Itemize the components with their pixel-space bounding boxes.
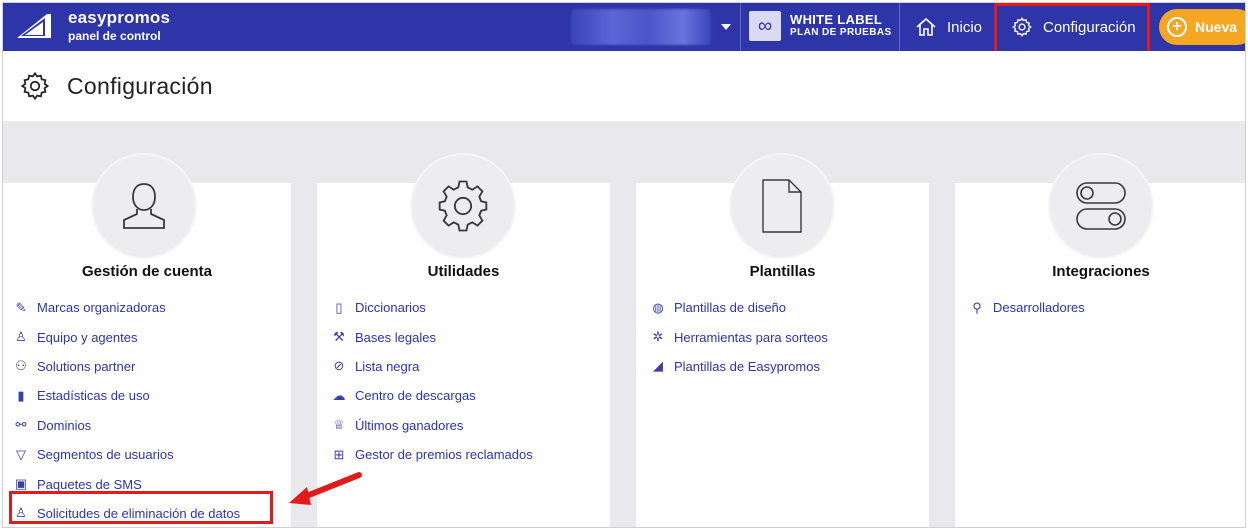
nueva-button[interactable]: + Nueva bbox=[1159, 9, 1245, 45]
plus-icon: + bbox=[1167, 17, 1187, 37]
user-icon bbox=[91, 153, 197, 259]
easypromos-logo-icon[interactable] bbox=[13, 12, 55, 40]
palette-icon: ◍ bbox=[652, 299, 664, 315]
toggles-icon bbox=[1048, 153, 1154, 259]
package-icon: ▣ bbox=[14, 476, 28, 492]
partners-icon: ⚇ bbox=[15, 358, 27, 374]
document-icon bbox=[729, 153, 835, 259]
account-name-blurred bbox=[571, 9, 711, 45]
plan-title: WHITE LABEL bbox=[790, 12, 883, 27]
plan-button[interactable]: ∞ WHITE LABEL PLAN DE PRUEBAS bbox=[749, 11, 892, 41]
annotation-arrow-icon bbox=[289, 472, 362, 505]
divider bbox=[899, 3, 900, 51]
link-list: ⚲ Desarrolladores bbox=[969, 293, 1085, 322]
link-marcas-organizadoras[interactable]: ✎ Marcas organizadoras bbox=[13, 293, 240, 322]
nav-inicio-label: Inicio bbox=[947, 18, 983, 36]
card-plantillas: Plantillas ◍ Plantillas de diseño ✲ Herram… bbox=[636, 153, 929, 527]
gavel-icon: ⚒ bbox=[333, 329, 345, 345]
filter-icon: ▽ bbox=[16, 446, 26, 462]
card-title: Utilidades bbox=[427, 263, 500, 280]
brand-icon: ✎ bbox=[15, 299, 27, 315]
bar-chart-icon: ▮ bbox=[17, 387, 25, 403]
cloud-download-icon: ☁ bbox=[332, 387, 346, 403]
card-integraciones: Integraciones ⚲ Desarrolladores bbox=[955, 153, 1245, 527]
link-diccionarios[interactable]: ▯ Diccionarios bbox=[331, 293, 533, 322]
link-bases-legales[interactable]: ⚒ Bases legales bbox=[331, 322, 533, 351]
gear-icon bbox=[410, 153, 516, 259]
developer-icon: ⚲ bbox=[972, 299, 982, 315]
link-solutions-partner[interactable]: ⚇ Solutions partner bbox=[13, 352, 240, 381]
easypromos-icon: ◢ bbox=[653, 358, 663, 374]
link-segmentos-de-usuarios[interactable]: ▽ Segmentos de usuarios bbox=[13, 440, 240, 469]
trophy-icon: ♕ bbox=[333, 417, 345, 433]
highlight-box-configuracion bbox=[994, 3, 1150, 56]
book-icon: ▯ bbox=[335, 299, 343, 315]
card-title: Gestión de cuenta bbox=[81, 263, 213, 280]
brand[interactable]: easypromos panel de control bbox=[68, 8, 170, 43]
link-list: ◍ Plantillas de diseño ✲ Herramientas para… bbox=[650, 293, 828, 381]
tools-icon: ✲ bbox=[652, 329, 664, 345]
link-plantillas-de-diseno[interactable]: ◍ Plantillas de diseño bbox=[650, 293, 828, 322]
user-icon: ♙ bbox=[15, 329, 27, 345]
card-title: Integraciones bbox=[1052, 263, 1150, 280]
page-title: Configuración bbox=[67, 72, 213, 99]
highlight-box-solicitudes bbox=[9, 491, 273, 524]
card-title: Plantillas bbox=[749, 263, 816, 280]
gear-icon bbox=[20, 71, 50, 101]
link-equipo-y-agentes[interactable]: ♙ Equipo y agentes bbox=[13, 322, 240, 351]
chevron-down-icon bbox=[721, 24, 731, 30]
link-estadisticas-de-uso[interactable]: ▮ Estadísticas de uso bbox=[13, 381, 240, 410]
nav-inicio[interactable]: Inicio bbox=[915, 3, 982, 51]
link-lista-negra[interactable]: ⊘ Lista negra bbox=[331, 352, 533, 381]
home-icon bbox=[916, 17, 936, 36]
link-gestor-de-premios-reclamados[interactable]: ⊞ Gestor de premios reclamados bbox=[331, 440, 533, 469]
link-herramientas-para-sorteos[interactable]: ✲ Herramientas para sorteos bbox=[650, 322, 828, 351]
divider bbox=[740, 3, 741, 51]
gift-icon: ⊞ bbox=[333, 446, 345, 462]
link-desarrolladores[interactable]: ⚲ Desarrolladores bbox=[969, 293, 1085, 322]
infinity-icon: ∞ bbox=[749, 11, 781, 41]
page-header: Configuración bbox=[3, 51, 1245, 121]
link-list: ▯ Diccionarios ⚒ Bases legales ⊘ Lista negr… bbox=[331, 293, 533, 469]
brand-name: easypromos bbox=[68, 8, 171, 27]
app-window: easypromos panel de control ∞ WHITE LABE… bbox=[2, 2, 1246, 528]
link-plantillas-de-easypromos[interactable]: ◢ Plantillas de Easypromos bbox=[650, 352, 828, 381]
link-dominios[interactable]: ⚯ Dominios bbox=[13, 411, 240, 440]
link-icon: ⚯ bbox=[15, 417, 27, 433]
link-centro-de-descargas[interactable]: ☁ Centro de descargas bbox=[331, 381, 533, 410]
plan-subtitle: PLAN DE PRUEBAS bbox=[790, 27, 892, 38]
account-selector[interactable] bbox=[571, 7, 737, 47]
ban-icon: ⊘ bbox=[333, 358, 345, 374]
brand-subtitle: panel de control bbox=[68, 29, 161, 43]
link-ultimos-ganadores[interactable]: ♕ Últimos ganadores bbox=[331, 411, 533, 440]
nueva-label: Nueva bbox=[1195, 19, 1238, 35]
card-gestion-de-cuenta: Gestión de cuenta ✎ Marcas organizadoras … bbox=[3, 153, 291, 527]
